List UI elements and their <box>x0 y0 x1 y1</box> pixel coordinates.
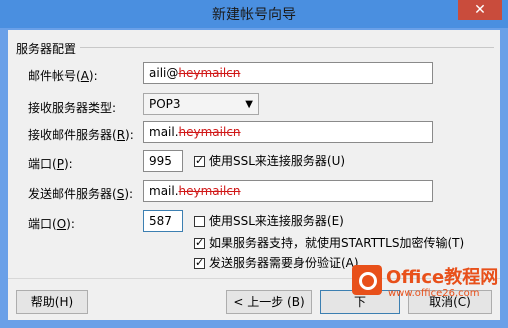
server-type-label: 接收服务器类型: <box>28 101 117 115</box>
starttls-checkbox[interactable]: 如果服务器支持，就使用STARTTLS加密传输(T) <box>194 236 464 250</box>
incoming-port-field[interactable]: 995 <box>143 150 183 172</box>
server-type-select[interactable]: POP3 ▼ <box>143 93 259 115</box>
incoming-port-label: 端口(P): <box>28 157 73 171</box>
incoming-server-label: 接收邮件服务器(R): <box>28 128 134 142</box>
auth-required-checkbox[interactable]: 发送服务器需要身份验证(A) <box>194 256 359 270</box>
watermark-url: www.office26.com <box>388 288 480 299</box>
redacted-text: heymailcn <box>178 125 241 139</box>
checkbox-unchecked-icon <box>194 216 205 227</box>
title-bar[interactable]: 新建帐号向导 ✕ <box>0 0 508 28</box>
window-title: 新建帐号向导 <box>212 7 296 23</box>
server-config-group-title: 服务器配置 <box>16 42 77 56</box>
close-button[interactable]: ✕ <box>458 0 502 20</box>
redacted-text: heymailcn <box>178 66 241 80</box>
help-button[interactable]: 帮助(H) <box>16 290 88 314</box>
checkbox-checked-icon <box>194 256 205 270</box>
watermark-brand: Office教程网 <box>386 267 499 288</box>
outgoing-server-field[interactable]: mail.heymailcn <box>143 180 433 202</box>
incoming-server-field[interactable]: mail.heymailcn <box>143 121 433 143</box>
outgoing-port-field[interactable]: 587 <box>143 210 183 232</box>
office-logo-icon <box>352 265 382 295</box>
new-account-wizard-window: 新建帐号向导 ✕ 服务器配置 邮件帐号(A): aili@heymailcn 接… <box>0 0 508 328</box>
account-label: 邮件帐号(A): <box>28 69 98 83</box>
outgoing-server-label: 发送邮件服务器(S): <box>28 187 134 201</box>
group-divider <box>80 47 494 48</box>
outgoing-port-label: 端口(O): <box>28 217 75 231</box>
account-field[interactable]: aili@heymailcn <box>143 62 433 84</box>
checkbox-checked-icon <box>194 236 205 250</box>
redacted-text: heymailcn <box>178 184 241 198</box>
incoming-ssl-checkbox[interactable]: 使用SSL来连接服务器(U) <box>194 154 345 168</box>
back-button[interactable]: < 上一步 (B) <box>226 290 312 314</box>
chevron-down-icon: ▼ <box>245 99 253 110</box>
checkbox-checked-icon <box>194 154 205 168</box>
outgoing-ssl-checkbox[interactable]: 使用SSL来连接服务器(E) <box>194 214 344 228</box>
watermark: Office教程网 www.office26.com <box>352 263 502 307</box>
close-icon: ✕ <box>474 2 486 18</box>
